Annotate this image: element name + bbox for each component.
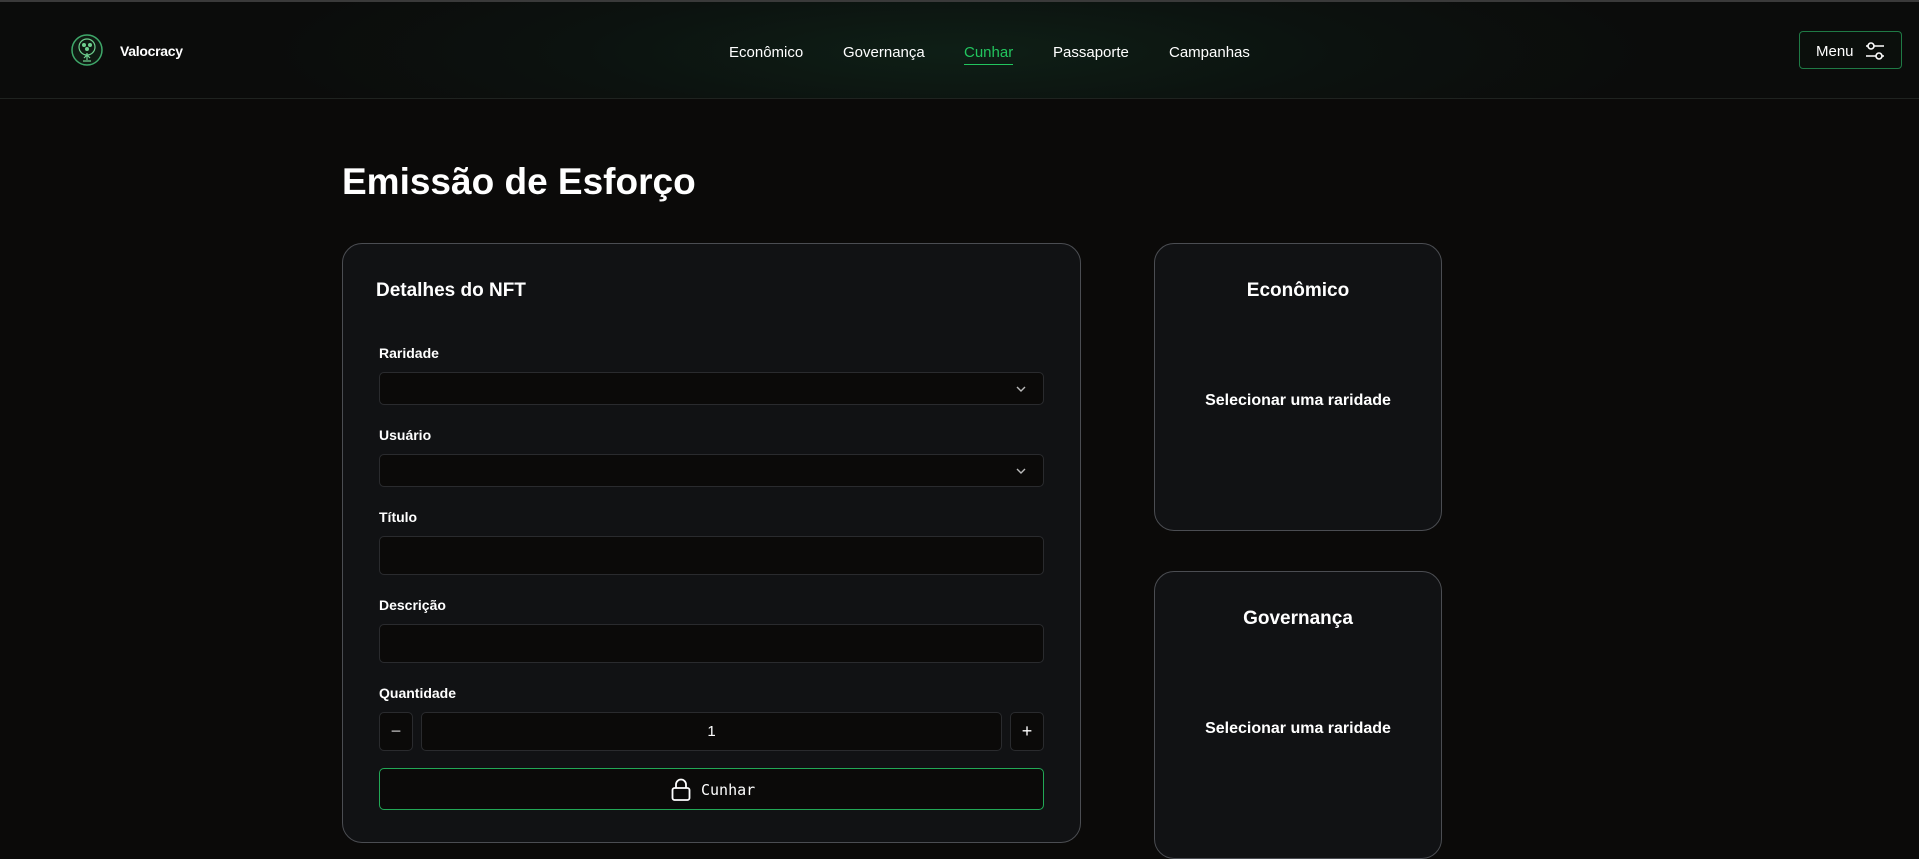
description-input[interactable]: [379, 624, 1044, 663]
rarity-select[interactable]: [379, 372, 1044, 405]
sliders-icon: [1866, 42, 1884, 60]
governance-card: Governança Selecionar uma raridade: [1154, 571, 1442, 859]
page-title: Emissão de Esforço: [342, 161, 696, 202]
nav-economico[interactable]: Econômico: [729, 44, 803, 61]
decrement-button[interactable]: −: [379, 712, 413, 751]
menu-button[interactable]: Menu: [1799, 31, 1902, 69]
mint-button[interactable]: Cunhar: [379, 768, 1044, 810]
title-label: Título: [379, 509, 418, 525]
governance-card-message: Selecionar uma raridade: [1205, 720, 1391, 737]
chevron-down-icon: [1016, 468, 1026, 474]
chevron-down-icon: [1016, 386, 1026, 392]
economic-card: Econômico Selecionar uma raridade: [1154, 243, 1442, 531]
nav-cunhar[interactable]: Cunhar: [964, 44, 1014, 65]
tree-emblem-icon[interactable]: [70, 33, 104, 67]
description-label: Descrição: [379, 597, 446, 613]
rarity-label: Raridade: [379, 345, 439, 361]
economic-card-title: Econômico: [1246, 280, 1350, 301]
title-input[interactable]: [379, 536, 1044, 575]
nav-campanhas[interactable]: Campanhas: [1169, 44, 1250, 61]
nav-passaporte[interactable]: Passaporte: [1053, 44, 1129, 61]
economic-card-message: Selecionar uma raridade: [1205, 392, 1391, 409]
lock-icon: [671, 778, 691, 801]
brand-name[interactable]: Valocracy: [120, 43, 183, 59]
governance-card-title: Governança: [1243, 608, 1353, 629]
menu-button-label: Menu: [1816, 43, 1854, 60]
increment-button[interactable]: +: [1010, 712, 1044, 751]
top-navbar: Valocracy Econômico Governança Cunhar Pa…: [0, 2, 1919, 99]
quantity-input[interactable]: 1: [421, 712, 1002, 751]
nft-details-title: Detalhes do NFT: [376, 280, 526, 301]
quantity-label: Quantidade: [379, 685, 457, 701]
mint-button-label: Cunhar: [701, 781, 756, 799]
nav-governanca[interactable]: Governança: [843, 44, 925, 61]
user-label: Usuário: [379, 427, 432, 443]
user-select[interactable]: [379, 454, 1044, 487]
